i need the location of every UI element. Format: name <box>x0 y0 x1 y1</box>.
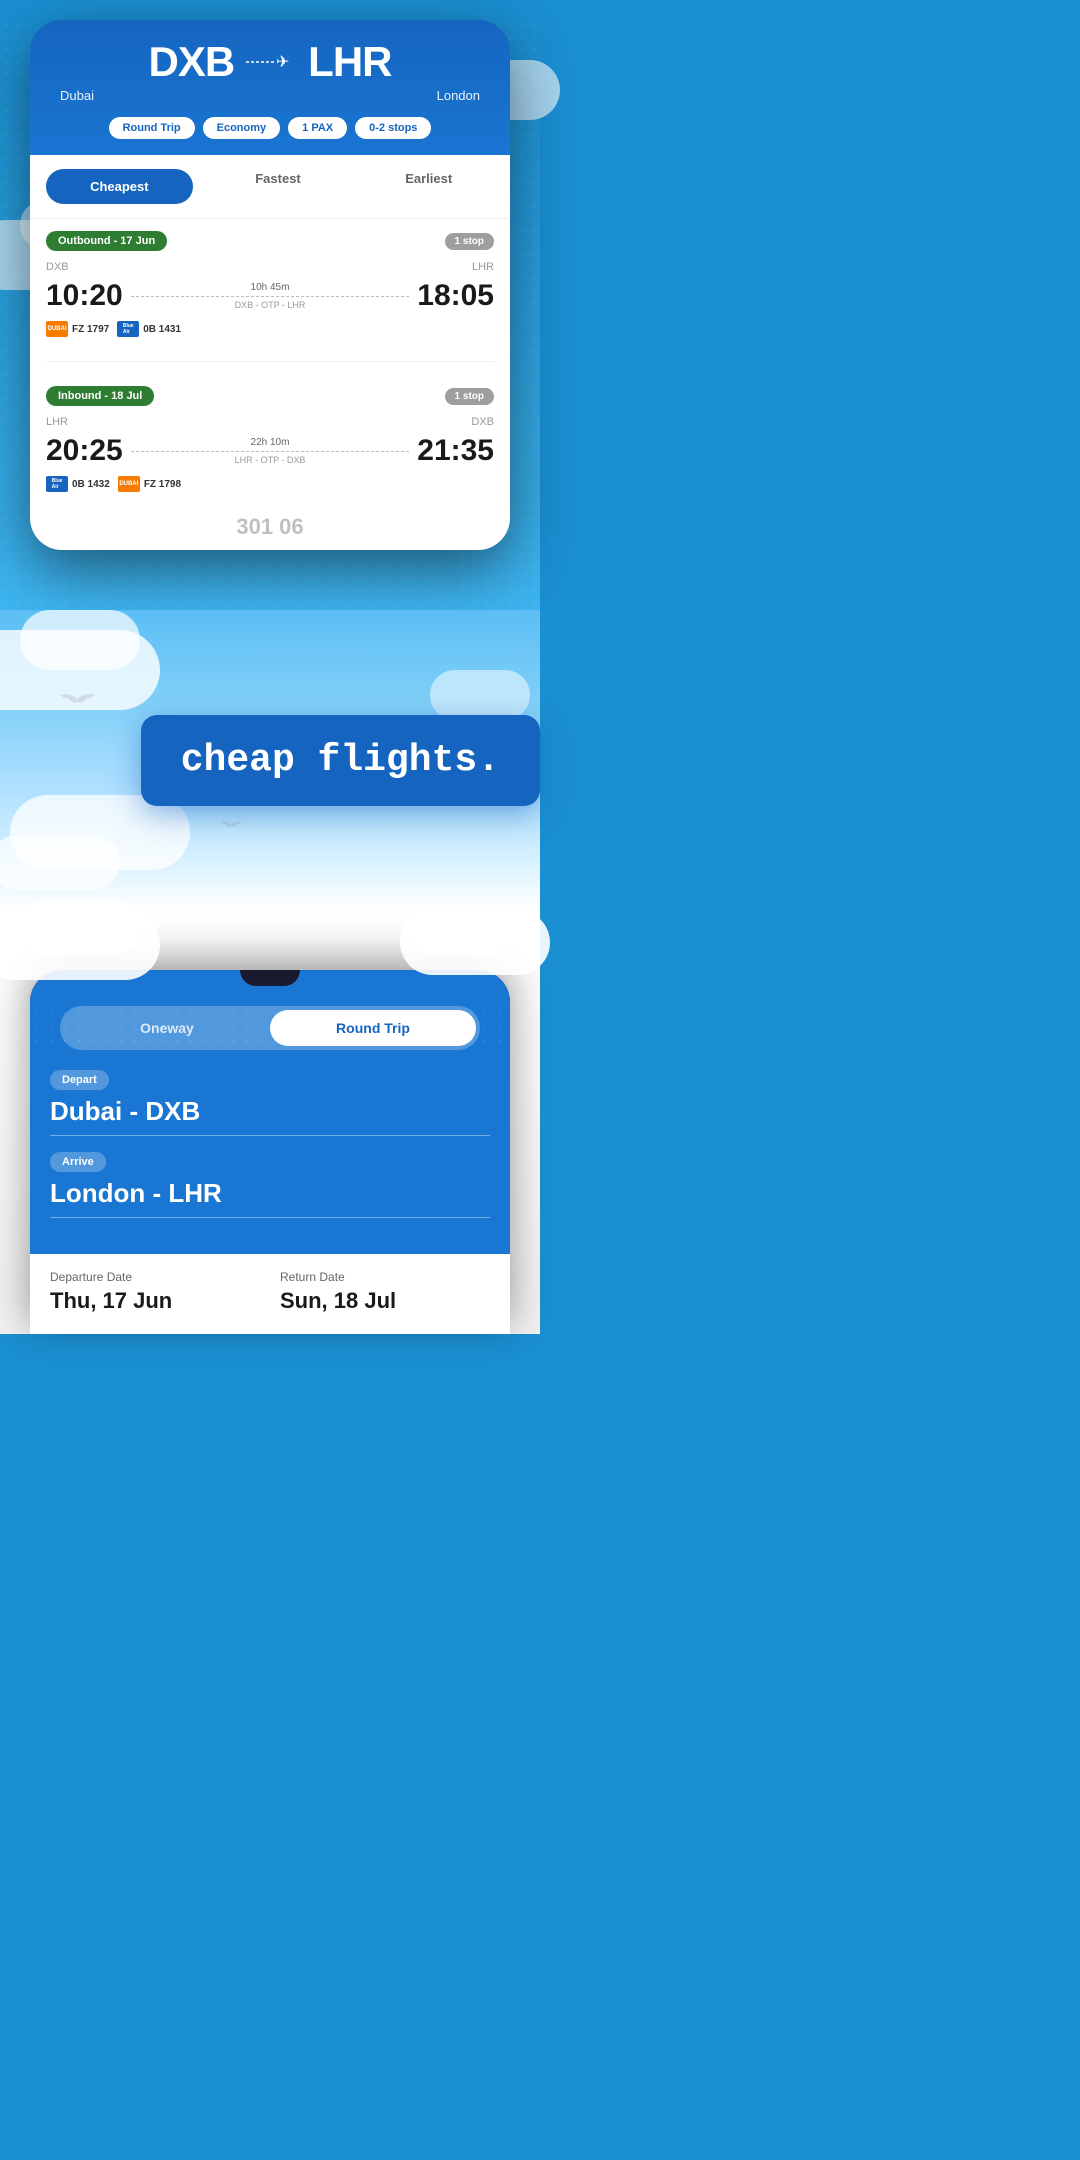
arrive-field[interactable]: Arrive London - LHR <box>50 1152 490 1218</box>
tab-bar: Cheapest Fastest Earliest <box>30 155 510 219</box>
top-section: DXB ✈ LHR Dubai London Round Trip Eco <box>0 20 540 610</box>
inbound-from: LHR <box>46 416 68 428</box>
depart-field[interactable]: Depart Dubai - DXB <box>50 1070 490 1136</box>
round-trip-option[interactable]: Round Trip <box>270 1010 476 1046</box>
route-airports: DXB ✈ LHR <box>50 38 490 86</box>
inbound-duration: 22h 10m <box>131 437 410 448</box>
inbound-stops: 1 stop <box>445 388 494 405</box>
dubai-logo-2: dubai <box>118 476 140 492</box>
outbound-route: DXB LHR <box>46 261 494 273</box>
stops-filter[interactable]: 0-2 stops <box>355 117 431 139</box>
depart-value: Dubai - DXB <box>50 1096 490 1136</box>
inbound-flight-section: Inbound - 18 Jul 1 stop LHR DXB 20:25 22… <box>30 374 510 504</box>
blue-logo-2: BlueAir <box>46 476 68 492</box>
dates-row: Departure Date Thu, 17 Jun Return Date S… <box>30 1254 510 1334</box>
cheap-flights-box: cheap flights. <box>141 715 540 806</box>
trip-toggle[interactable]: Oneway Round Trip <box>60 1006 480 1050</box>
departure-date-label: Departure Date <box>50 1270 260 1284</box>
outbound-path: DXB - OTP - LHR <box>131 300 410 310</box>
cabin-filter[interactable]: Economy <box>203 117 281 139</box>
inbound-arrive-time: 21:35 <box>417 434 494 468</box>
price-peek: 301 06 <box>30 504 510 550</box>
airport-cities: Dubai London <box>50 88 490 103</box>
phone-screen-top: DXB ✈ LHR Dubai London Round Trip Eco <box>30 20 510 550</box>
inbound-times: 20:25 22h 10m LHR - OTP - DXB 21:35 <box>46 434 494 468</box>
tab-earliest[interactable]: Earliest <box>355 161 502 212</box>
from-airport-code: DXB <box>148 38 234 86</box>
outbound-airlines: dubai FZ 1797 BlueAir 0B 1431 <box>46 321 494 337</box>
outbound-badge: Outbound - 17 Jun <box>46 231 167 251</box>
outbound-airline2: BlueAir 0B 1431 <box>117 321 181 337</box>
inbound-header: Inbound - 18 Jul 1 stop <box>46 386 494 406</box>
svg-text:✈: ✈ <box>276 54 289 71</box>
arrive-value: London - LHR <box>50 1178 490 1218</box>
outbound-times: 10:20 10h 45m DXB - OTP - LHR 18:05 <box>46 279 494 313</box>
search-form: Depart Dubai - DXB Arrive London - LHR <box>30 1050 510 1254</box>
to-city: London <box>437 88 480 103</box>
phone-frame-bottom: Oneway Round Trip Depart Dubai - DXB Arr… <box>30 970 510 1334</box>
bottom-section: Oneway Round Trip Depart Dubai - DXB Arr… <box>0 910 540 1334</box>
inbound-airline2-code: FZ 1798 <box>144 479 181 490</box>
inbound-airline2: dubai FZ 1798 <box>118 476 181 492</box>
outbound-airline1: dubai FZ 1797 <box>46 321 109 337</box>
return-date-value: Sun, 18 Jul <box>280 1288 490 1314</box>
outbound-depart-time: 10:20 <box>46 279 123 313</box>
route-header: DXB ✈ LHR Dubai London Round Trip Eco <box>30 20 510 155</box>
dubai-logo-1: dubai <box>46 321 68 337</box>
phone-screen-bottom: Oneway Round Trip Depart Dubai - DXB Arr… <box>30 970 510 1334</box>
outbound-stops: 1 stop <box>445 233 494 250</box>
inbound-depart-time: 20:25 <box>46 434 123 468</box>
inbound-to: DXB <box>471 416 494 428</box>
filters-row: Round Trip Economy 1 PAX 0-2 stops <box>50 117 490 155</box>
cheap-flights-container: cheap flights. <box>141 715 540 806</box>
departure-date-field[interactable]: Departure Date Thu, 17 Jun <box>50 1270 260 1314</box>
passengers-filter[interactable]: 1 PAX <box>288 117 347 139</box>
section-divider <box>46 361 494 362</box>
from-city: Dubai <box>60 88 94 103</box>
inbound-route: LHR DXB <box>46 416 494 428</box>
inbound-airline1: BlueAir 0B 1432 <box>46 476 110 492</box>
plane-arrow: ✈ <box>246 52 296 72</box>
middle-section: cheap flights. <box>0 610 540 910</box>
depart-label: Depart <box>50 1070 109 1090</box>
outbound-to: LHR <box>472 261 494 273</box>
outbound-arrive-time: 18:05 <box>417 279 494 313</box>
inbound-badge: Inbound - 18 Jul <box>46 386 154 406</box>
return-date-label: Return Date <box>280 1270 490 1284</box>
tab-cheapest[interactable]: Cheapest <box>46 169 193 204</box>
arrive-label: Arrive <box>50 1152 106 1172</box>
outbound-airline1-code: FZ 1797 <box>72 324 109 335</box>
cheap-flights-text: cheap flights. <box>181 739 500 782</box>
outbound-duration: 10h 45m <box>131 282 410 293</box>
oneway-option[interactable]: Oneway <box>64 1010 270 1046</box>
inbound-path: LHR - OTP - DXB <box>131 455 410 465</box>
inbound-airline1-code: 0B 1432 <box>72 479 110 490</box>
tab-fastest[interactable]: Fastest <box>205 161 352 212</box>
inbound-duration-section: 22h 10m LHR - OTP - DXB <box>123 437 418 465</box>
outbound-from: DXB <box>46 261 69 273</box>
outbound-duration-section: 10h 45m DXB - OTP - LHR <box>123 282 418 310</box>
outbound-airline2-code: 0B 1431 <box>143 324 181 335</box>
results-area: Cheapest Fastest Earliest Outbound - 17 … <box>30 155 510 550</box>
blue-logo-1: BlueAir <box>117 321 139 337</box>
outbound-header: Outbound - 17 Jun 1 stop <box>46 231 494 251</box>
phone-frame-top: DXB ✈ LHR Dubai London Round Trip Eco <box>30 20 510 550</box>
outbound-flight-section: Outbound - 17 Jun 1 stop DXB LHR 10:20 1… <box>30 219 510 349</box>
to-airport-code: LHR <box>308 38 391 86</box>
trip-type-filter[interactable]: Round Trip <box>109 117 195 139</box>
phone-notch <box>240 970 300 986</box>
return-date-field[interactable]: Return Date Sun, 18 Jul <box>280 1270 490 1314</box>
inbound-airlines: BlueAir 0B 1432 dubai FZ 1798 <box>46 476 494 492</box>
departure-date-value: Thu, 17 Jun <box>50 1288 260 1314</box>
